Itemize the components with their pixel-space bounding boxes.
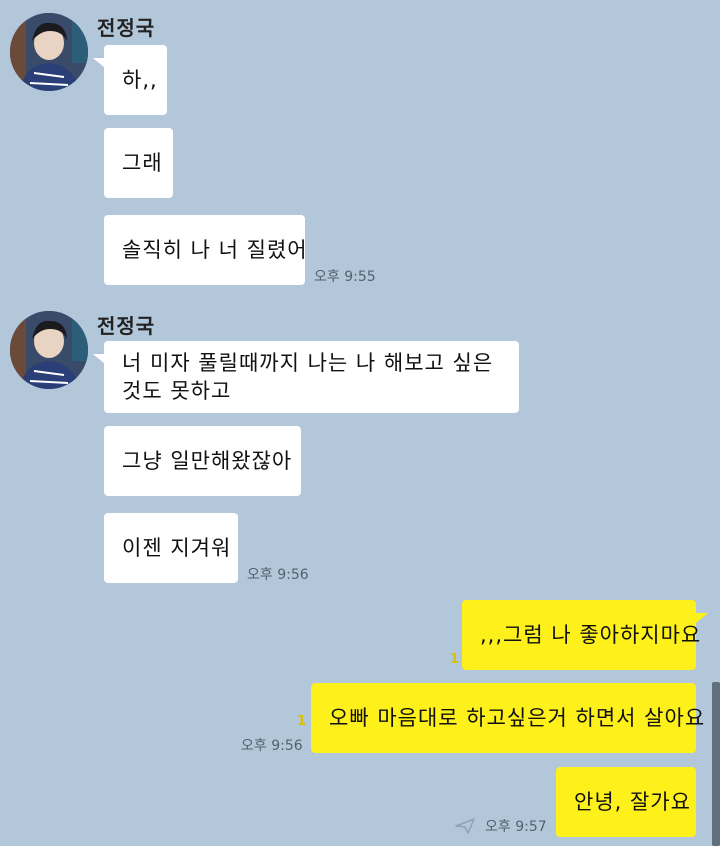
profile-photo-avatar	[10, 311, 88, 389]
incoming-message[interactable]: 그냥 일만해왔잖아	[104, 426, 301, 496]
incoming-message[interactable]: 솔직히 나 너 질렸어	[104, 215, 307, 285]
message-line: 것도 못하고	[122, 379, 232, 403]
message-timestamp: 오후 9:56	[241, 738, 303, 754]
outgoing-message[interactable]: 안녕, 잘가요	[556, 767, 696, 837]
scrollbar[interactable]	[712, 682, 720, 846]
message-line: 너 미자 풀릴때까지 나는 나 해보고 싶은	[122, 351, 494, 375]
unread-count: 1	[297, 714, 307, 729]
outgoing-message[interactable]: 오빠 마음대로 하고싶은거 하면서 살아요	[311, 683, 704, 753]
sender-avatar[interactable]	[10, 13, 88, 91]
profile-photo-avatar	[10, 13, 88, 91]
sender-avatar[interactable]	[10, 311, 88, 389]
incoming-message[interactable]: 이젠 지겨워	[104, 513, 238, 583]
sending-arrow-icon	[454, 817, 476, 839]
message-timestamp: 오후 9:55	[314, 269, 376, 285]
message-timestamp: 오후 9:56	[247, 567, 309, 583]
unread-count: 1	[450, 652, 460, 667]
sender-name: 전정국	[97, 314, 156, 338]
sender-name: 전정국	[97, 16, 156, 40]
incoming-message[interactable]: 하,,	[104, 45, 167, 115]
message-timestamp: 오후 9:57	[485, 819, 547, 835]
bubble-tail	[696, 613, 708, 623]
incoming-message[interactable]: 너 미자 풀릴때까지 나는 나 해보고 싶은 것도 못하고	[104, 341, 519, 413]
incoming-message[interactable]: 그래	[104, 128, 173, 198]
outgoing-message[interactable]: ,,,그럼 나 좋아하지마요	[462, 600, 700, 670]
